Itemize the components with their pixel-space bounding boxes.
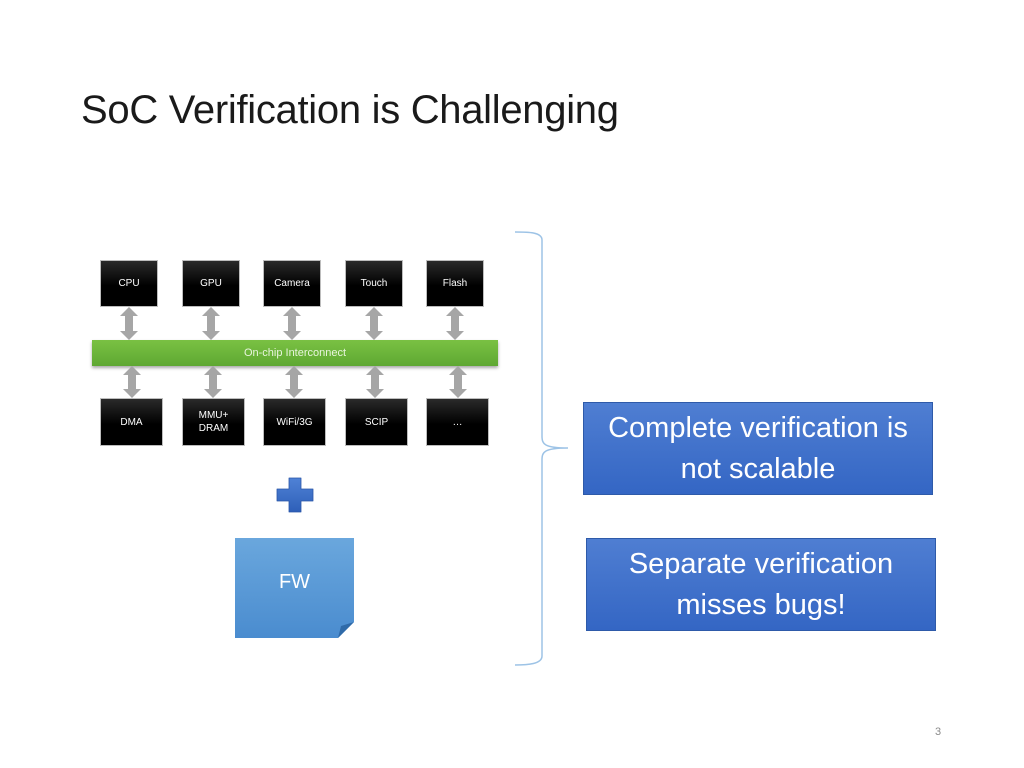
component-more: …: [426, 398, 489, 446]
bidirectional-arrow-icon: [204, 366, 222, 398]
bidirectional-arrow-icon: [285, 366, 303, 398]
bidirectional-arrow-icon: [366, 366, 384, 398]
component-touch: Touch: [345, 260, 403, 307]
bidirectional-arrow-icon: [449, 366, 467, 398]
curly-brace: [514, 231, 569, 666]
bidirectional-arrow-icon: [202, 307, 220, 340]
plus-icon: [276, 477, 314, 513]
bidirectional-arrow-icon: [365, 307, 383, 340]
callout-separate-verification: Separate verification misses bugs!: [586, 538, 936, 631]
bidirectional-arrow-icon: [120, 307, 138, 340]
slide-title: SoC Verification is Challenging: [81, 88, 619, 132]
component-dma: DMA: [100, 398, 163, 446]
callout-complete-verification: Complete verification is not scalable: [583, 402, 933, 495]
on-chip-interconnect: On-chip Interconnect: [92, 340, 498, 366]
bidirectional-arrow-icon: [283, 307, 301, 340]
firmware-label: FW: [278, 570, 311, 593]
bidirectional-arrow-icon: [446, 307, 464, 340]
component-mmu-dram: MMU+ DRAM: [182, 398, 245, 446]
component-gpu: GPU: [182, 260, 240, 307]
component-wifi-3g: WiFi/3G: [263, 398, 326, 446]
bidirectional-arrow-icon: [123, 366, 141, 398]
component-cpu: CPU: [100, 260, 158, 307]
component-flash: Flash: [426, 260, 484, 307]
page-number: 3: [935, 726, 942, 738]
component-camera: Camera: [263, 260, 321, 307]
component-scip: SCIP: [345, 398, 408, 446]
